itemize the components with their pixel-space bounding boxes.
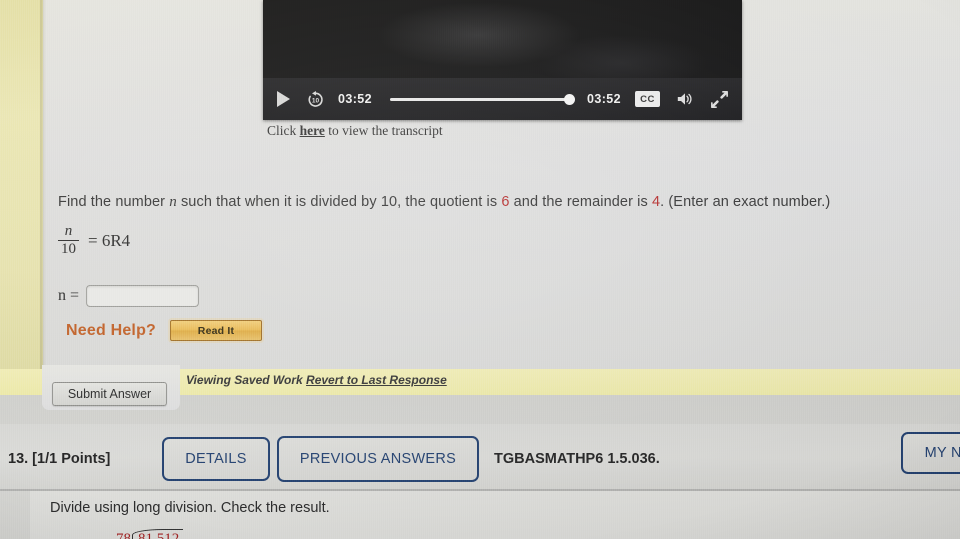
- fraction-denominator: 10: [61, 241, 76, 258]
- video-progress-track: [389, 97, 575, 101]
- question13-header-band: [0, 424, 960, 491]
- rewind-10-icon[interactable]: 10: [306, 90, 325, 109]
- answer-input[interactable]: [86, 285, 200, 307]
- video-player[interactable]: 10 03:52 03:52 CC: [263, 0, 742, 120]
- revert-to-last-response-link[interactable]: Revert to Last Response: [306, 373, 447, 387]
- question13-body-left-stripe: [0, 491, 30, 539]
- answer-label: n =: [58, 287, 80, 304]
- saved-work-status: Viewing Saved Work: [186, 373, 307, 387]
- fullscreen-icon[interactable]: [711, 90, 728, 108]
- saved-work-text: Viewing Saved Work Revert to Last Respon…: [186, 373, 447, 387]
- long-division-divisor: 78: [116, 531, 131, 539]
- question-remainder-value: 4: [651, 194, 661, 210]
- question-part-2: such that when it is divided by 10, the …: [176, 194, 502, 210]
- video-total-time: 03:52: [587, 92, 621, 106]
- play-icon[interactable]: [277, 91, 290, 107]
- transcript-prefix: Click: [267, 123, 300, 138]
- my-notes-button[interactable]: MY NO: [901, 432, 960, 474]
- closed-captions-button[interactable]: CC: [635, 91, 660, 107]
- previous-answers-button[interactable]: PREVIOUS ANSWERS: [277, 436, 479, 482]
- webassign-screenshot: 10 03:52 03:52 CC Click here to view the…: [0, 0, 960, 539]
- transcript-line: Click here to view the transcript: [267, 123, 443, 139]
- question-prompt: Find the number n such that when it is d…: [58, 194, 830, 211]
- question13-number-points: 13. [1/1 Points]: [8, 451, 111, 467]
- video-progress-knob[interactable]: [564, 93, 576, 105]
- details-button[interactable]: DETAILS: [162, 437, 270, 481]
- long-division-expression: 78 81,512: [116, 529, 184, 539]
- question13-prompt: Divide using long division. Check the re…: [50, 500, 330, 516]
- submit-answer-button[interactable]: Submit Answer: [52, 382, 167, 406]
- fraction-equation: n 10 = 6R4: [58, 224, 130, 257]
- fraction: n 10: [58, 224, 79, 257]
- question13-header-divider: [0, 489, 960, 491]
- question-quotient-value: 6: [501, 194, 510, 210]
- transcript-suffix: to view the transcript: [324, 123, 443, 138]
- question-variable-n: n: [169, 194, 177, 210]
- long-division-dividend: 81,512: [132, 529, 184, 539]
- answer-row: n =: [58, 285, 200, 307]
- left-page-stripe: [0, 0, 43, 386]
- question-part-4: . (Enter an exact number.): [660, 194, 831, 210]
- left-stripe-shadow: [40, 0, 46, 386]
- transcript-link[interactable]: here: [300, 123, 325, 138]
- question-part-1: Find the number: [58, 194, 170, 210]
- video-control-bar: 10 03:52 03:52 CC: [263, 78, 742, 120]
- video-viewport[interactable]: [263, 0, 742, 78]
- need-help-row: Need Help? Read It: [66, 320, 263, 341]
- question-part-3: and the remainder is: [509, 194, 652, 210]
- equation-result: = 6R4: [88, 230, 131, 250]
- question13-textbook-code: TGBASMATHP6 1.5.036.: [494, 451, 660, 467]
- read-it-button[interactable]: Read It: [170, 320, 263, 341]
- video-current-time: 03:52: [338, 92, 372, 106]
- svg-text:10: 10: [312, 97, 320, 104]
- speaker-icon[interactable]: [675, 91, 695, 107]
- need-help-label: Need Help?: [66, 321, 157, 339]
- video-progress-slider[interactable]: [389, 90, 576, 108]
- fraction-numerator: n: [64, 223, 73, 239]
